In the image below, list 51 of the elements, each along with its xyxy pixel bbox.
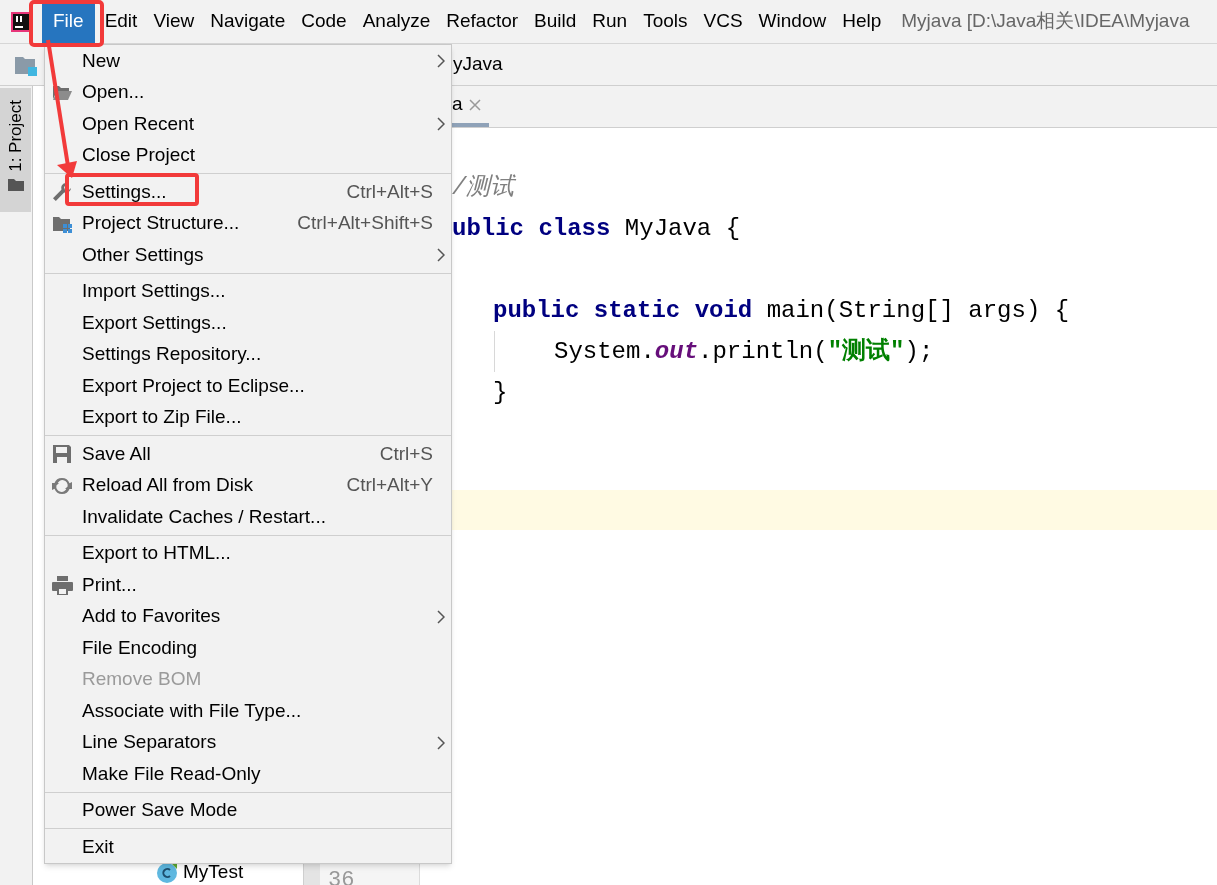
printer-icon [52, 575, 73, 595]
folder-icon [7, 177, 24, 191]
reload-icon [52, 475, 73, 496]
menu-item[interactable]: Invalidate Caches / Restart... [45, 501, 451, 533]
menu-item[interactable]: Import Settings... [45, 275, 451, 307]
menu-bar-item[interactable]: Help [836, 0, 888, 44]
app-logo-icon [11, 11, 31, 32]
breadcrumb[interactable]: yJava [453, 50, 503, 79]
menu-bar-item[interactable]: Analyze [356, 0, 437, 44]
menu-bar-item[interactable]: Tools [637, 0, 694, 44]
menu-bar-item[interactable]: Navigate [204, 0, 292, 44]
menu-item[interactable]: Power Save Mode [45, 794, 451, 826]
menu-item[interactable]: Exit [45, 831, 451, 863]
menu-item[interactable]: New [45, 45, 451, 77]
menu-item[interactable]: Export to HTML... [45, 537, 451, 569]
menu-item[interactable]: Print... [45, 569, 451, 601]
menu-item[interactable]: Settings Repository... [45, 338, 451, 370]
menu-item[interactable]: Export Settings... [45, 307, 451, 339]
menu-item[interactable]: Make File Read-Only [45, 758, 451, 790]
menu-bar-item[interactable]: Edit [98, 0, 144, 44]
save-icon [52, 444, 73, 464]
menu-item[interactable]: Export Project to Eclipse... [45, 370, 451, 402]
code-line: ublic class MyJava { [452, 214, 742, 244]
menu-item[interactable]: Associate with File Type... [45, 695, 451, 727]
code-line: /测试 [452, 173, 517, 203]
wrench-icon [52, 182, 73, 202]
menu-item[interactable]: Other Settings [45, 239, 451, 271]
menu-bar-item[interactable]: Code [295, 0, 353, 44]
tool-window-tab[interactable]: 1: Project [0, 88, 31, 212]
menu-item[interactable]: Reload All from Disk Ctrl+Alt+Y [45, 469, 451, 501]
window-title: Myjava [D:\Java相关\IDEA\Myjava [901, 9, 1190, 34]
menu-item[interactable]: File Encoding [45, 632, 451, 664]
menu-item[interactable]: Open... [45, 76, 451, 108]
menu-bar-item[interactable]: Run [586, 0, 634, 44]
close-icon [468, 98, 481, 111]
menu-bar-item[interactable]: VCS [697, 0, 749, 44]
menu-bar-item[interactable]: Refactor [440, 0, 525, 44]
menu-item[interactable]: Line Separators [45, 726, 451, 758]
menu-item[interactable]: Settings... Ctrl+Alt+S [45, 176, 451, 208]
menu-item[interactable]: Project Structure... Ctrl+Alt+Shift+S [45, 207, 451, 239]
code-line: } [493, 378, 509, 408]
menu-bar-item[interactable]: Window [752, 0, 833, 44]
menu-item[interactable]: Save All Ctrl+S [45, 438, 451, 470]
menu-item[interactable]: Open Recent [45, 108, 451, 140]
menu-bar-item[interactable]: Build [528, 0, 583, 44]
menu-item[interactable]: Add to Favorites [45, 600, 451, 632]
menu-bar-item[interactable]: View [147, 0, 201, 44]
menu-item[interactable]: Close Project [45, 139, 451, 171]
code-line: public static void main(String[] args) { [493, 296, 1071, 326]
code-line: System.out.println("测试"); [554, 336, 935, 367]
menu-item[interactable]: Export to Zip File... [45, 401, 451, 433]
